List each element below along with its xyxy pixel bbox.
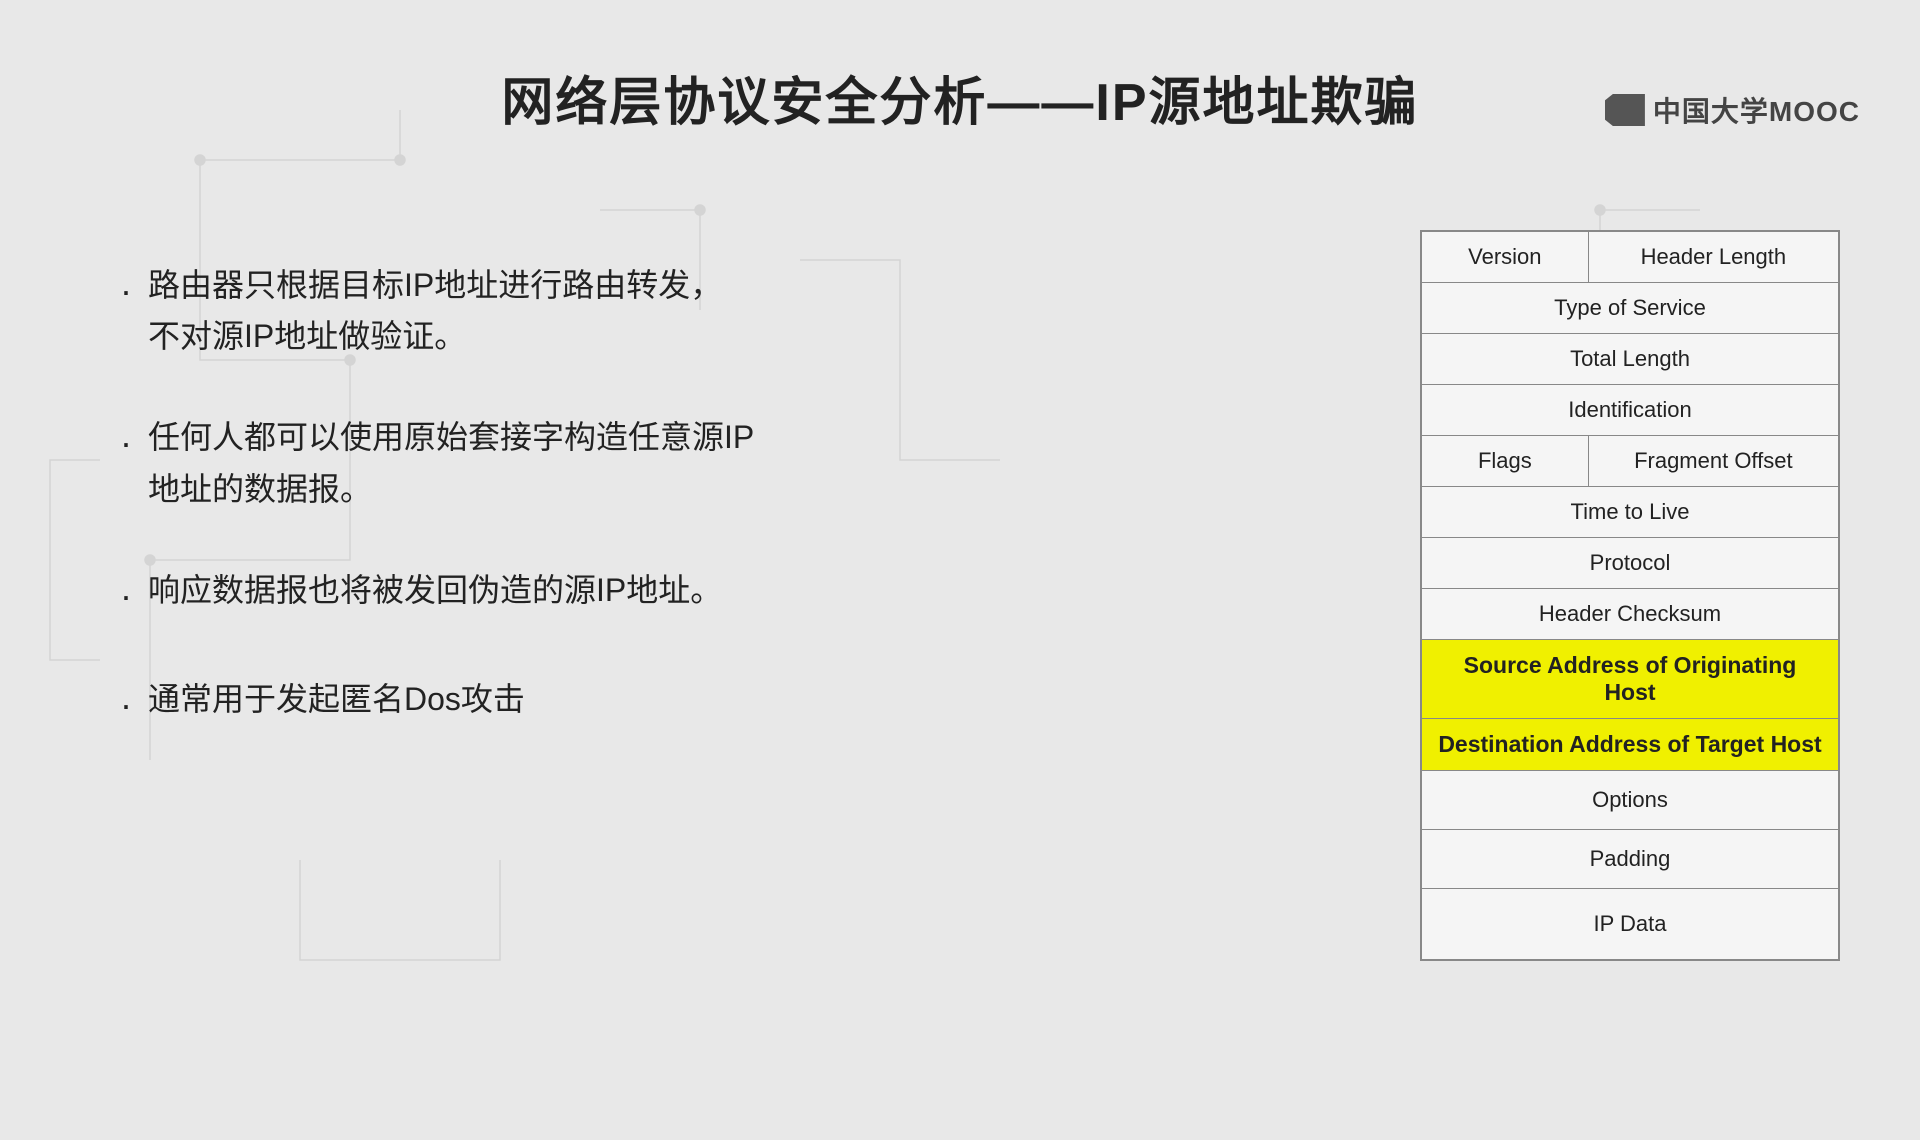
ip-header-table: Version Header Length Type of Service To… (1420, 230, 1840, 961)
cell-protocol: Protocol (1421, 538, 1839, 589)
cell-identification: Identification (1421, 385, 1839, 436)
cell-flags: Flags (1421, 436, 1588, 487)
table-row-checksum: Header Checksum (1421, 589, 1839, 640)
bullet-text-2: 任何人都可以使用原始套接字构造任意源IP地址的数据报。 (148, 412, 754, 514)
cell-fragment-offset: Fragment Offset (1588, 436, 1839, 487)
bullet-item-3: · 响应数据报也将被发回伪造的源IP地址。 (120, 565, 940, 625)
table-row-ipdata: IP Data (1421, 889, 1839, 961)
bullet-dot-2: · (120, 414, 132, 472)
table-row-version: Version Header Length (1421, 231, 1839, 283)
cell-ttl: Time to Live (1421, 487, 1839, 538)
cell-header-length: Header Length (1588, 231, 1839, 283)
logo-icon (1605, 94, 1645, 126)
table-row-total-length: Total Length (1421, 334, 1839, 385)
cell-ipdata: IP Data (1421, 889, 1839, 961)
table-row-flags: Flags Fragment Offset (1421, 436, 1839, 487)
table-row-tos: Type of Service (1421, 283, 1839, 334)
bullet-dot-1: · (120, 262, 132, 320)
table-row-identification: Identification (1421, 385, 1839, 436)
table-row-options: Options (1421, 771, 1839, 830)
bullet-text-4: 通常用于发起匿名Dos攻击 (148, 674, 525, 725)
table-row-ttl: Time to Live (1421, 487, 1839, 538)
logo-text: 中国大学MOOC (1653, 90, 1860, 130)
table-row-padding: Padding (1421, 830, 1839, 889)
cell-dest-address: Destination Address of Target Host (1421, 719, 1839, 771)
cell-padding: Padding (1421, 830, 1839, 889)
bullet-dot-4: · (120, 676, 132, 734)
cell-source-address: Source Address of Originating Host (1421, 640, 1839, 719)
left-content: · 路由器只根据目标IP地址进行路由转发，不对源IP地址做验证。 · 任何人都可… (120, 260, 940, 784)
bullet-text-1: 路由器只根据目标IP地址进行路由转发，不对源IP地址做验证。 (148, 260, 722, 362)
logo: 中国大学MOOC (1605, 90, 1860, 130)
cell-options: Options (1421, 771, 1839, 830)
bullet-item-4: · 通常用于发起匿名Dos攻击 (120, 674, 940, 734)
table-row-source-addr: Source Address of Originating Host (1421, 640, 1839, 719)
table-row-dest-addr: Destination Address of Target Host (1421, 719, 1839, 771)
bullet-text-3: 响应数据报也将被发回伪造的源IP地址。 (148, 565, 722, 616)
cell-checksum: Header Checksum (1421, 589, 1839, 640)
bullet-item-1: · 路由器只根据目标IP地址进行路由转发，不对源IP地址做验证。 (120, 260, 940, 362)
bullet-item-2: · 任何人都可以使用原始套接字构造任意源IP地址的数据报。 (120, 412, 940, 514)
bullet-dot-3: · (120, 567, 132, 625)
table-row-protocol: Protocol (1421, 538, 1839, 589)
cell-version: Version (1421, 231, 1588, 283)
cell-total-length: Total Length (1421, 334, 1839, 385)
cell-tos: Type of Service (1421, 283, 1839, 334)
